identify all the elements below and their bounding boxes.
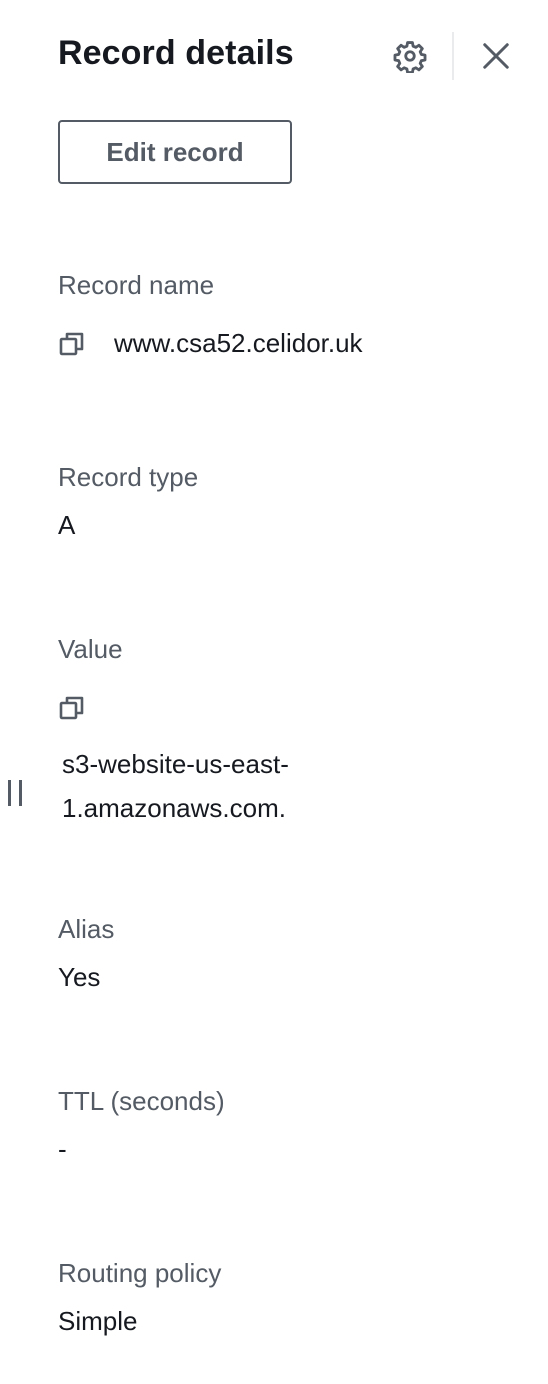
close-icon <box>481 41 511 71</box>
copy-record-name-button[interactable] <box>56 328 88 360</box>
routing-policy-label: Routing policy <box>58 1258 222 1288</box>
header-divider <box>452 32 454 80</box>
edit-record-button[interactable]: Edit record <box>58 120 292 184</box>
gear-icon <box>393 39 427 73</box>
record-type-label: Record type <box>58 462 199 492</box>
resize-grip-bar <box>8 780 11 806</box>
panel-title: Record details <box>58 34 294 72</box>
settings-button[interactable] <box>390 36 430 76</box>
close-button[interactable] <box>476 36 516 76</box>
ttl-value: - <box>58 1134 67 1164</box>
resize-grip-bar <box>19 780 22 806</box>
panel-resize-handle[interactable] <box>8 780 22 806</box>
value-line-2: 1.amazonaws.com. <box>62 793 286 823</box>
record-type-value: A <box>58 510 76 540</box>
record-details-panel: Record details Edit record Record name w… <box>0 0 548 1384</box>
value-line-1: s3-website-us-east- <box>62 749 289 779</box>
record-name-value: www.csa52.celidor.uk <box>114 328 363 358</box>
copy-icon <box>58 330 86 358</box>
copy-value-button[interactable] <box>56 692 88 724</box>
alias-value: Yes <box>58 962 101 992</box>
copy-icon <box>58 694 86 722</box>
ttl-label: TTL (seconds) <box>58 1086 225 1116</box>
routing-policy-value: Simple <box>58 1306 138 1336</box>
value-label: Value <box>58 634 123 664</box>
value-text: s3-website-us-east- 1.amazonaws.com. <box>62 742 362 830</box>
alias-label: Alias <box>58 914 115 944</box>
record-name-label: Record name <box>58 270 215 300</box>
